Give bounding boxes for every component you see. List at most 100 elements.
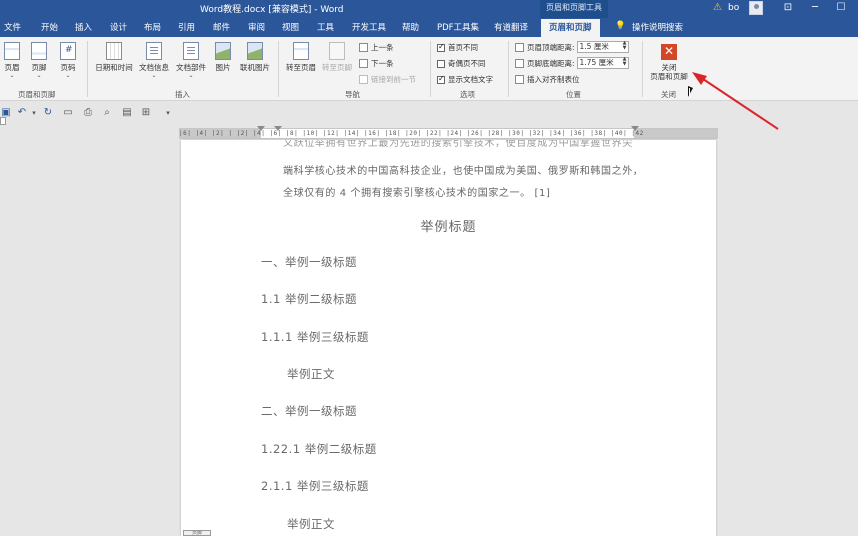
close-header-footer-button[interactable]: ✕ 关闭 页眉和页脚: [646, 44, 692, 81]
ribbon-tabs: 文件 开始 插入 设计 布局 引用 邮件 审阅 视图 工具 开发工具 帮助 PD…: [0, 18, 858, 37]
goto-footer-button[interactable]: 转至页脚: [320, 42, 354, 73]
tab-design[interactable]: 设计: [110, 21, 127, 33]
tab-developer[interactable]: 开发工具: [352, 21, 386, 33]
chevron-down-icon: ⌄: [188, 72, 194, 79]
print-icon[interactable]: ⎙: [82, 107, 94, 119]
heading-2: 1.22.1 举例二级标题: [261, 442, 377, 456]
link-icon: [359, 75, 368, 84]
tab-help[interactable]: 帮助: [402, 21, 419, 33]
header-label: 页眉: [4, 63, 20, 72]
link-previous-label: 链接到前一节: [371, 75, 416, 84]
footer-bottom-input[interactable]: 1.75 厘米 ▲ ▼: [576, 57, 629, 69]
tab-youdao-translate[interactable]: 有道翻译: [494, 21, 528, 33]
group-label-options: 选项: [460, 90, 475, 99]
clipboard-icon[interactable]: ▤: [121, 107, 133, 119]
picture-button[interactable]: 图片: [212, 42, 234, 73]
online-picture-button[interactable]: 联机图片: [238, 42, 272, 73]
avatar[interactable]: [749, 1, 763, 15]
right-indent-handle[interactable]: [631, 126, 639, 131]
previous-button[interactable]: 上一条: [359, 42, 394, 53]
heading-2: 1.1 举例二级标题: [261, 292, 357, 306]
view-mode-icon[interactable]: ▭: [62, 107, 74, 119]
footer-bottom-distance: 页脚底端距离: 1.75 厘米 ▲ ▼: [515, 57, 629, 69]
tab-layout[interactable]: 布局: [144, 21, 161, 33]
undo-icon[interactable]: ↶: [16, 107, 28, 119]
header-button[interactable]: 页眉 ⌄: [2, 42, 22, 79]
quick-access-toolbar: ▣ ↶ ▾ ↻ ▭ ⎙ ⌕ ▤ ⊞ ▾: [0, 101, 858, 127]
ribbon-display-icon[interactable]: ⊡: [775, 0, 801, 18]
tab-mailings[interactable]: 邮件: [213, 21, 230, 33]
tab-insert[interactable]: 插入: [75, 21, 92, 33]
show-doc-text-checkbox[interactable]: 显示文档文字: [437, 74, 493, 85]
first-line-indent-handle[interactable]: [274, 126, 282, 131]
tab-file[interactable]: 文件: [4, 21, 21, 33]
tab-references[interactable]: 引用: [178, 21, 195, 33]
goto-header-label: 转至页眉: [286, 63, 316, 72]
next-icon: [359, 59, 368, 68]
print-preview-icon[interactable]: ⌕: [101, 107, 113, 119]
heading-1: 二、举例一级标题: [261, 404, 357, 418]
customize-toolbar-icon[interactable]: ▾: [162, 107, 174, 119]
page-number-button[interactable]: 页码 ⌄: [58, 42, 78, 79]
goto-header-button[interactable]: 转至页眉: [284, 42, 318, 73]
different-first-page-checkbox[interactable]: 首页不同: [437, 42, 478, 53]
date-time-button[interactable]: 日期和时间: [94, 42, 134, 73]
picture-icon: [215, 42, 231, 60]
footer-bottom-value: 1.75 厘米: [579, 58, 614, 67]
tab-review[interactable]: 审阅: [248, 21, 265, 33]
mouse-cursor-icon: [688, 86, 693, 97]
goto-footer-icon: [329, 42, 345, 60]
insert-align-tab-label: 插入对齐制表位: [527, 75, 580, 84]
header-top-label: 页眉顶端距离:: [527, 42, 575, 52]
heading-3: 1.1.1 举例三级标题: [261, 330, 369, 344]
document-page[interactable]: 又跃位举拥有世界上最为先进的搜索引擎技术，使百度成为中国掌握世界尖 端科学核心技…: [181, 140, 716, 536]
insert-align-tab-button[interactable]: 插入对齐制表位: [515, 74, 580, 85]
picture-label: 图片: [215, 63, 231, 72]
footer-area-tag[interactable]: 页脚: [183, 530, 211, 536]
tab-pdf-tools[interactable]: PDF工具集: [437, 21, 479, 33]
user-name[interactable]: bo: [728, 0, 739, 18]
checkbox-checked[interactable]: [437, 42, 445, 52]
minimize-button[interactable]: ─: [802, 0, 828, 18]
header-top-input[interactable]: 1.5 厘米 ▲ ▼: [576, 41, 629, 53]
ruler-margin-right: [634, 129, 718, 138]
redo-icon[interactable]: ↻: [42, 107, 54, 119]
tab-header-footer[interactable]: 页眉和页脚: [541, 19, 600, 37]
next-button[interactable]: 下一条: [359, 58, 394, 69]
spinner-icon[interactable]: ▲ ▼: [623, 57, 627, 67]
online-picture-icon: [247, 42, 263, 60]
format-icon[interactable]: ⊞: [140, 107, 152, 119]
doc-info-button[interactable]: 文档信息 ⌄: [137, 42, 171, 79]
warning-icon[interactable]: ⚠: [713, 0, 722, 18]
align-tab-icon: [515, 75, 524, 84]
group-label-nav: 导航: [345, 90, 360, 99]
chevron-down-icon[interactable]: ▾: [28, 107, 40, 119]
header-top-icon: [515, 42, 524, 52]
goto-header-icon: [293, 42, 309, 60]
page-number-label: 页码: [60, 63, 76, 72]
footer-bottom-icon: [515, 58, 524, 68]
checkbox-checked[interactable]: [437, 74, 445, 84]
doc-parts-button[interactable]: 文档部件 ⌄: [174, 42, 208, 79]
left-indent-handle[interactable]: [257, 126, 265, 131]
tab-home[interactable]: 开始: [41, 21, 58, 33]
different-odd-even-checkbox[interactable]: 奇偶页不同: [437, 58, 486, 69]
date-time-label: 日期和时间: [95, 63, 133, 72]
footer-label: 页脚: [31, 63, 47, 72]
chevron-down-icon: ⌄: [36, 72, 42, 79]
heading-1: 一、举例一级标题: [261, 255, 357, 269]
tell-me-search[interactable]: 操作说明搜索: [632, 21, 683, 33]
link-previous-button[interactable]: 链接到前一节: [359, 74, 416, 85]
show-doc-text-label: 显示文档文字: [448, 75, 493, 84]
tab-view[interactable]: 视图: [282, 21, 299, 33]
footer-button[interactable]: 页脚 ⌄: [29, 42, 49, 79]
close-window-button[interactable]: [848, 0, 858, 18]
checkbox-unchecked[interactable]: [437, 59, 445, 68]
document-info-icon: [146, 42, 162, 60]
chevron-down-icon: ⌄: [151, 72, 157, 79]
ruler-toggle-icon[interactable]: [0, 117, 6, 125]
tab-tools[interactable]: 工具: [317, 21, 334, 33]
spinner-icon[interactable]: ▲ ▼: [623, 41, 627, 51]
header-top-value: 1.5 厘米: [579, 42, 609, 51]
group-divider: [508, 41, 509, 97]
